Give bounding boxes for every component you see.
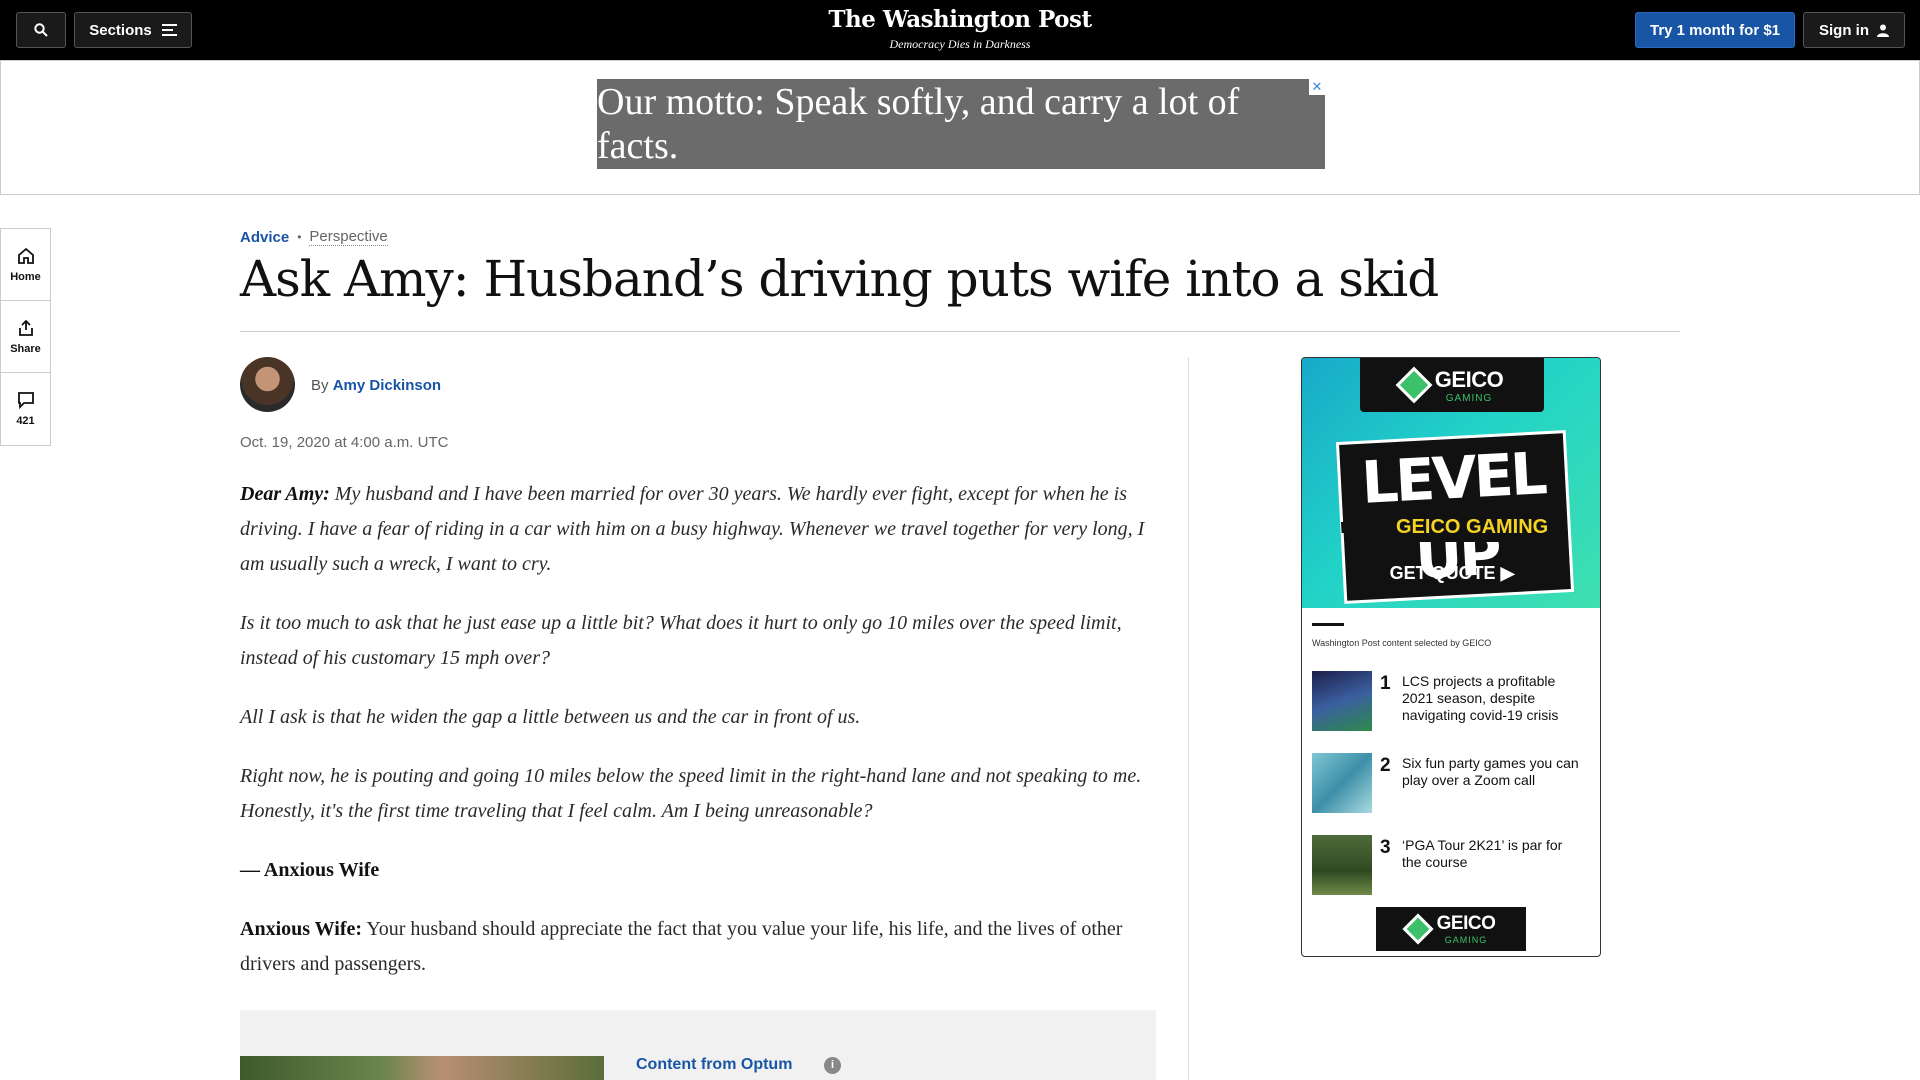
- ad-close-icon[interactable]: ✕: [1309, 79, 1325, 95]
- rail-home-label: Home: [10, 270, 41, 283]
- geico-item-title[interactable]: ‘PGA Tour 2K21’ is par for the course: [1402, 837, 1582, 871]
- article-kicker: Advice • Perspective: [240, 228, 388, 246]
- top-navigation-bar: Sections The Washington Post Democracy D…: [0, 0, 1920, 60]
- paragraph-1-text: My husband and I have been married for o…: [240, 483, 1145, 575]
- geico-brand-text: GEICO: [1436, 913, 1496, 934]
- paragraph-6: Anxious Wife: Your husband should apprec…: [240, 912, 1160, 982]
- sponsored-content-block[interactable]: Content from Optum i: [240, 1010, 1156, 1080]
- sponsored-image[interactable]: [240, 1056, 604, 1080]
- get-quote-button[interactable]: GET QUOTE ▶: [1302, 563, 1600, 584]
- rail-comments-button[interactable]: 421: [1, 373, 50, 445]
- geico-brand-sub: GAMING: [1445, 392, 1493, 404]
- geico-hero[interactable]: GEICO GAMING LEVEL UP with GEICO GAMING …: [1302, 358, 1600, 608]
- geico-item-number: 3: [1380, 837, 1391, 858]
- byline-prefix: By: [311, 377, 329, 394]
- author-avatar[interactable]: [240, 357, 295, 412]
- geico-gaming-text: GEICO GAMING: [1386, 513, 1559, 542]
- geico-list-item[interactable]: 1 LCS projects a profitable 2021 season,…: [1312, 671, 1592, 733]
- subscribe-button[interactable]: Try 1 month for $1: [1635, 12, 1795, 48]
- paragraph-4: Right now, he is pouting and going 10 mi…: [240, 765, 1142, 822]
- byline: By Amy Dickinson: [311, 377, 441, 394]
- sign-in-button[interactable]: Sign in: [1803, 12, 1905, 48]
- section-link[interactable]: Advice: [240, 229, 289, 246]
- site-tagline: Democracy Dies in Darkness: [889, 37, 1031, 51]
- with-geico-gaming: with GEICO GAMING: [1340, 513, 1559, 542]
- publish-date: Oct. 19, 2020 at 4:00 a.m. UTC: [240, 434, 449, 451]
- perspective-label[interactable]: Perspective: [309, 228, 388, 246]
- sections-menu-button[interactable]: Sections: [74, 12, 192, 48]
- sponsored-label[interactable]: Content from Optum: [636, 1056, 792, 1074]
- paragraph-1-lead: Dear Amy:: [240, 483, 330, 505]
- geico-thumb-golf[interactable]: [1312, 835, 1372, 895]
- paragraph-3: All I ask is that he widen the gap a lit…: [240, 706, 861, 728]
- geico-logo: GEICO GAMING: [1360, 358, 1544, 412]
- search-icon: [34, 23, 48, 37]
- geico-brand-sub: GAMING: [1444, 935, 1488, 945]
- paragraph-6-text: Your husband should appreciate the fact …: [240, 918, 1123, 975]
- with-text: with: [1340, 516, 1380, 538]
- geico-thumb-zoom[interactable]: [1312, 753, 1372, 813]
- paragraph-6-lead: Anxious Wife:: [240, 918, 363, 940]
- sections-label: Sections: [89, 21, 152, 39]
- user-icon: [1877, 24, 1889, 37]
- geico-diamond-icon: [1402, 913, 1434, 945]
- left-action-rail: Home Share 421: [0, 228, 51, 446]
- ad-text: Our motto: Speak softly, and carry a lot…: [597, 81, 1240, 167]
- rail-comments-count: 421: [16, 415, 35, 427]
- site-brand[interactable]: The Washington Post Democracy Dies in Da…: [760, 6, 1160, 52]
- geico-item-title[interactable]: LCS projects a profitable 2021 season, d…: [1402, 673, 1582, 724]
- top-ad-band: Our motto: Speak softly, and carry a lot…: [0, 60, 1920, 195]
- rail-share-button[interactable]: Share: [1, 301, 50, 373]
- signoff-text: — Anxious Wife: [240, 859, 380, 881]
- search-button[interactable]: [16, 12, 66, 48]
- headline-divider: [240, 331, 1680, 332]
- paragraph-5-signoff: — Anxious Wife: [240, 853, 1160, 888]
- menu-icon: [161, 24, 177, 36]
- geico-item-number: 2: [1380, 755, 1391, 776]
- geico-rule: [1312, 623, 1344, 626]
- column-divider: [1188, 357, 1189, 1080]
- geico-sidebar-ad[interactable]: GEICO GAMING LEVEL UP with GEICO GAMING …: [1301, 357, 1601, 957]
- geico-item-title[interactable]: Six fun party games you can play over a …: [1402, 755, 1582, 789]
- comment-icon: [17, 392, 34, 409]
- leaderboard-ad[interactable]: Our motto: Speak softly, and carry a lot…: [597, 79, 1325, 169]
- paragraph-1: Dear Amy: My husband and I have been mar…: [240, 477, 1160, 582]
- home-icon: [17, 247, 34, 264]
- geico-brand-text: GEICO: [1434, 366, 1504, 392]
- geico-item-number: 1: [1380, 673, 1391, 694]
- geico-thumb-esports[interactable]: [1312, 671, 1372, 731]
- author-link[interactable]: Amy Dickinson: [333, 377, 441, 394]
- geico-list-item[interactable]: 2 Six fun party games you can play over …: [1312, 753, 1592, 815]
- paragraph-2: Is it too much to ask that he just ease …: [240, 612, 1122, 669]
- article-headline: Ask Amy: Husband’s driving puts wife int…: [240, 250, 1439, 308]
- kicker-separator: •: [297, 230, 302, 244]
- geico-diamond-icon: [1395, 366, 1433, 404]
- geico-footer-logo[interactable]: GEICO GAMING: [1376, 907, 1526, 951]
- article-body: Dear Amy: My husband and I have been mar…: [240, 477, 1160, 1006]
- geico-sponsor-note: Washington Post content selected by GEIC…: [1312, 638, 1492, 648]
- sign-in-label: Sign in: [1819, 21, 1869, 39]
- rail-share-label: Share: [10, 342, 41, 355]
- site-logo[interactable]: The Washington Post: [760, 6, 1160, 33]
- share-icon: [18, 319, 33, 336]
- rail-home-button[interactable]: Home: [1, 229, 50, 301]
- geico-list-item[interactable]: 3 ‘PGA Tour 2K21’ is par for the course: [1312, 835, 1592, 897]
- info-icon[interactable]: i: [824, 1057, 841, 1074]
